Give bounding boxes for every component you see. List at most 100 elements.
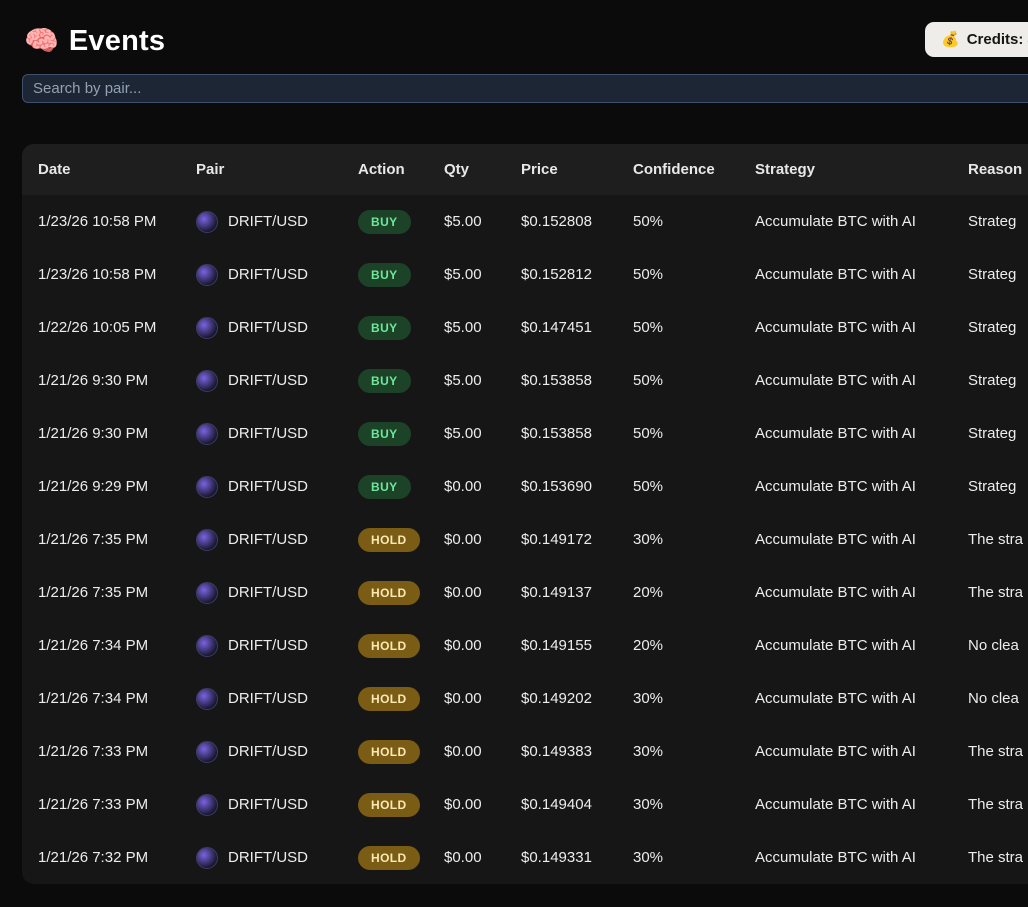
cell-action: BUY <box>358 422 444 446</box>
table-row[interactable]: 1/21/26 7:32 PM DRIFT/USD HOLD $0.00 $0.… <box>22 831 1028 884</box>
cell-pair: DRIFT/USD <box>196 370 358 392</box>
cell-qty: $0.00 <box>444 637 521 654</box>
cell-pair: DRIFT/USD <box>196 264 358 286</box>
cell-pair: DRIFT/USD <box>196 635 358 657</box>
cell-reason: The stra <box>968 796 1028 813</box>
col-header-pair: Pair <box>196 161 358 178</box>
cell-qty: $0.00 <box>444 531 521 548</box>
cell-strategy: Accumulate BTC with AI <box>755 690 968 707</box>
cell-price: $0.149137 <box>521 584 633 601</box>
cell-strategy: Accumulate BTC with AI <box>755 478 968 495</box>
cell-strategy: Accumulate BTC with AI <box>755 796 968 813</box>
search-input[interactable] <box>22 74 1028 103</box>
action-badge: BUY <box>358 369 411 393</box>
cell-date: 1/21/26 7:34 PM <box>38 637 196 654</box>
drift-token-icon <box>196 794 218 816</box>
page-title: Events <box>69 25 165 58</box>
cell-price: $0.152812 <box>521 266 633 283</box>
cell-action: BUY <box>358 475 444 499</box>
drift-token-icon <box>196 211 218 233</box>
table-row[interactable]: 1/21/26 7:34 PM DRIFT/USD HOLD $0.00 $0.… <box>22 672 1028 725</box>
action-badge: HOLD <box>358 581 420 605</box>
drift-token-icon <box>196 423 218 445</box>
table-row[interactable]: 1/23/26 10:58 PM DRIFT/USD BUY $5.00 $0.… <box>22 195 1028 248</box>
cell-price: $0.149155 <box>521 637 633 654</box>
table-row[interactable]: 1/21/26 7:34 PM DRIFT/USD HOLD $0.00 $0.… <box>22 619 1028 672</box>
cell-confidence: 50% <box>633 372 755 389</box>
cell-qty: $5.00 <box>444 425 521 442</box>
table-row[interactable]: 1/21/26 9:29 PM DRIFT/USD BUY $0.00 $0.1… <box>22 460 1028 513</box>
cell-pair: DRIFT/USD <box>196 794 358 816</box>
drift-token-icon <box>196 635 218 657</box>
events-table: Date Pair Action Qty Price Confidence St… <box>22 144 1028 884</box>
cell-reason: No clea <box>968 690 1028 707</box>
pair-label: DRIFT/USD <box>228 796 308 813</box>
cell-reason: The stra <box>968 531 1028 548</box>
action-badge: BUY <box>358 422 411 446</box>
cell-qty: $5.00 <box>444 372 521 389</box>
cell-strategy: Accumulate BTC with AI <box>755 319 968 336</box>
col-header-action: Action <box>358 161 444 178</box>
drift-token-icon <box>196 741 218 763</box>
table-body: 1/23/26 10:58 PM DRIFT/USD BUY $5.00 $0.… <box>22 195 1028 884</box>
pair-label: DRIFT/USD <box>228 637 308 654</box>
cell-strategy: Accumulate BTC with AI <box>755 425 968 442</box>
drift-token-icon <box>196 582 218 604</box>
table-row[interactable]: 1/21/26 9:30 PM DRIFT/USD BUY $5.00 $0.1… <box>22 407 1028 460</box>
cell-strategy: Accumulate BTC with AI <box>755 531 968 548</box>
cell-price: $0.153858 <box>521 425 633 442</box>
cell-confidence: 30% <box>633 743 755 760</box>
cell-confidence: 20% <box>633 584 755 601</box>
table-row[interactable]: 1/21/26 7:33 PM DRIFT/USD HOLD $0.00 $0.… <box>22 725 1028 778</box>
cell-qty: $5.00 <box>444 266 521 283</box>
cell-qty: $5.00 <box>444 319 521 336</box>
cell-action: HOLD <box>358 793 444 817</box>
action-badge: BUY <box>358 210 411 234</box>
action-badge: HOLD <box>358 687 420 711</box>
cell-qty: $0.00 <box>444 478 521 495</box>
cell-confidence: 50% <box>633 425 755 442</box>
cell-action: HOLD <box>358 846 444 870</box>
cell-strategy: Accumulate BTC with AI <box>755 849 968 866</box>
events-app: 🧠 Events 💰 Credits: $ Date Pair Action Q… <box>0 0 1028 907</box>
col-header-reason: Reason <box>968 161 1028 178</box>
cell-confidence: 30% <box>633 690 755 707</box>
cell-date: 1/21/26 7:33 PM <box>38 743 196 760</box>
cell-action: HOLD <box>358 528 444 552</box>
col-header-price: Price <box>521 161 633 178</box>
cell-date: 1/21/26 7:35 PM <box>38 531 196 548</box>
cell-reason: No clea <box>968 637 1028 654</box>
cell-pair: DRIFT/USD <box>196 476 358 498</box>
drift-token-icon <box>196 529 218 551</box>
cell-confidence: 30% <box>633 531 755 548</box>
table-row[interactable]: 1/21/26 9:30 PM DRIFT/USD BUY $5.00 $0.1… <box>22 354 1028 407</box>
table-row[interactable]: 1/21/26 7:33 PM DRIFT/USD HOLD $0.00 $0.… <box>22 778 1028 831</box>
cell-qty: $0.00 <box>444 796 521 813</box>
cell-pair: DRIFT/USD <box>196 582 358 604</box>
table-row[interactable]: 1/21/26 7:35 PM DRIFT/USD HOLD $0.00 $0.… <box>22 513 1028 566</box>
cell-qty: $0.00 <box>444 584 521 601</box>
cell-price: $0.149331 <box>521 849 633 866</box>
action-badge: HOLD <box>358 528 420 552</box>
cell-price: $0.149383 <box>521 743 633 760</box>
cell-pair: DRIFT/USD <box>196 847 358 869</box>
credits-button[interactable]: 💰 Credits: $ <box>925 22 1028 57</box>
pair-label: DRIFT/USD <box>228 743 308 760</box>
table-row[interactable]: 1/22/26 10:05 PM DRIFT/USD BUY $5.00 $0.… <box>22 301 1028 354</box>
cell-action: HOLD <box>358 740 444 764</box>
cell-qty: $5.00 <box>444 213 521 230</box>
cell-confidence: 50% <box>633 213 755 230</box>
cell-date: 1/21/26 9:30 PM <box>38 425 196 442</box>
cell-confidence: 50% <box>633 319 755 336</box>
cell-confidence: 50% <box>633 266 755 283</box>
col-header-confidence: Confidence <box>633 161 755 178</box>
cell-date: 1/23/26 10:58 PM <box>38 266 196 283</box>
pair-label: DRIFT/USD <box>228 319 308 336</box>
table-row[interactable]: 1/23/26 10:58 PM DRIFT/USD BUY $5.00 $0.… <box>22 248 1028 301</box>
money-bag-icon: 💰 <box>941 32 960 47</box>
cell-reason: The stra <box>968 849 1028 866</box>
cell-strategy: Accumulate BTC with AI <box>755 266 968 283</box>
col-header-strategy: Strategy <box>755 161 968 178</box>
cell-pair: DRIFT/USD <box>196 741 358 763</box>
table-row[interactable]: 1/21/26 7:35 PM DRIFT/USD HOLD $0.00 $0.… <box>22 566 1028 619</box>
